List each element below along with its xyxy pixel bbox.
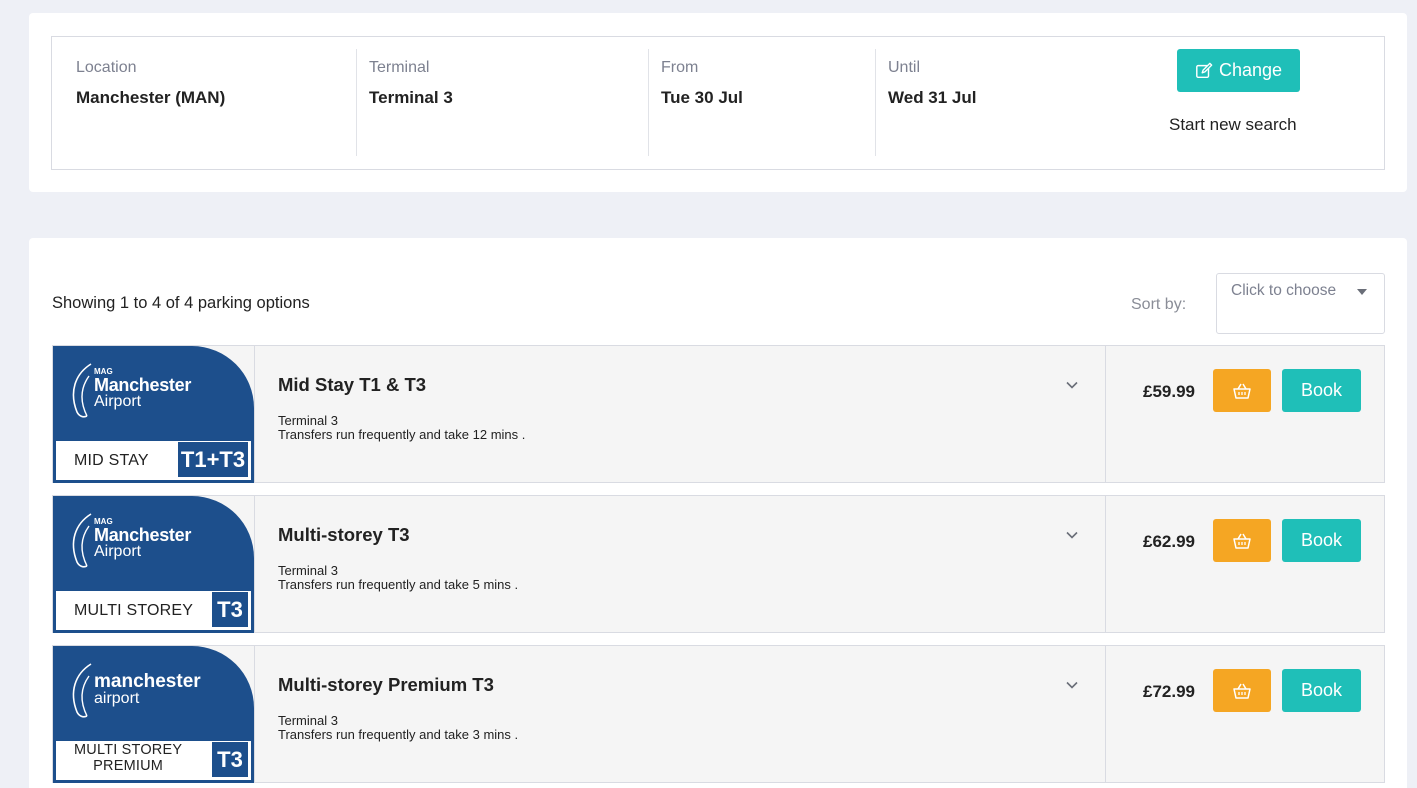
until-field: Until Wed 31 Jul xyxy=(888,37,977,156)
caret-down-icon xyxy=(1357,289,1367,295)
add-to-basket-button[interactable] xyxy=(1213,669,1271,712)
search-summary-panel: Location Manchester (MAN) Terminal Termi… xyxy=(29,13,1407,192)
logo-name-text: Manchester xyxy=(94,525,192,545)
parking-title: Multi-storey Premium T3 xyxy=(278,674,494,695)
parking-logo: manchester airport MULTI STOREY PREMIUM … xyxy=(53,646,254,783)
logo-type-line: PREMIUM xyxy=(93,758,164,774)
edit-icon xyxy=(1196,62,1213,78)
sort-select-value: Click to choose xyxy=(1231,282,1337,299)
parking-option-card: manchester airport MULTI STOREY PREMIUM … xyxy=(52,645,1385,783)
terminal-badge: T3 xyxy=(212,592,248,627)
logo-banner: manchester airport xyxy=(53,646,254,741)
parking-price: £59.99 xyxy=(1143,382,1195,401)
terminal-badge: T3 xyxy=(212,742,248,777)
logo-brand: manchester airport xyxy=(94,668,201,707)
book-button[interactable]: Book xyxy=(1282,669,1361,712)
terminal-label: Terminal xyxy=(369,59,430,76)
terminal-badge: T1+T3 xyxy=(178,442,248,477)
logo-type-text: MID STAY xyxy=(74,452,149,469)
logo-type-line: MULTI STOREY xyxy=(74,742,183,758)
parking-transfer-info: Transfers run frequently and take 3 mins… xyxy=(278,727,519,742)
until-label: Until xyxy=(888,59,921,76)
parking-info: Mid Stay T1 & T3 Terminal 3 Transfers ru… xyxy=(254,346,1106,482)
basket-icon xyxy=(1233,533,1251,549)
logo-type-text: MULTI STOREY PREMIUM xyxy=(74,742,182,774)
from-field: From Tue 30 Jul xyxy=(661,37,743,156)
parking-terminal: Terminal 3 xyxy=(278,413,338,428)
from-label: From xyxy=(661,59,699,76)
parking-info: Multi-storey Premium T3 Terminal 3 Trans… xyxy=(254,646,1106,782)
add-to-basket-button[interactable] xyxy=(1213,369,1271,412)
terminal-value: Terminal 3 xyxy=(369,88,453,107)
logo-name-text: manchester xyxy=(94,671,201,692)
sort-select[interactable]: Click to choose xyxy=(1216,273,1385,334)
logo-type-strip: MULTI STOREY PREMIUM T3 xyxy=(53,741,254,783)
sort-label: Sort by: xyxy=(1131,296,1187,313)
results-count-text: Showing 1 to 4 of 4 parking options xyxy=(52,294,310,312)
parking-logo: MAG Manchester Airport MID STAY T1+T3 xyxy=(53,346,254,483)
basket-icon xyxy=(1233,683,1251,699)
change-button[interactable]: Change xyxy=(1177,49,1300,92)
from-value: Tue 30 Jul xyxy=(661,88,743,107)
location-label: Location xyxy=(76,59,137,76)
parking-option-card: MAG Manchester Airport MULTI STOREY T3 M… xyxy=(52,495,1385,633)
parking-option-card: MAG Manchester Airport MID STAY T1+T3 Mi… xyxy=(52,345,1385,483)
logo-name-text: Manchester xyxy=(94,375,192,395)
logo-banner: MAG Manchester Airport xyxy=(53,496,254,591)
logo-banner: MAG Manchester Airport xyxy=(53,346,254,441)
logo-type-strip: MULTI STOREY T3 xyxy=(53,591,254,633)
results-panel: Showing 1 to 4 of 4 parking options Sort… xyxy=(29,238,1407,788)
terminal-field: Terminal Terminal 3 xyxy=(369,37,453,156)
parking-title: Mid Stay T1 & T3 xyxy=(278,374,427,395)
parking-title: Multi-storey T3 xyxy=(278,524,410,545)
logo-sub-text: Airport xyxy=(94,543,142,560)
start-new-search-link[interactable]: Start new search xyxy=(1169,115,1297,135)
chevron-down-icon[interactable] xyxy=(1065,528,1079,542)
change-button-label: Change xyxy=(1218,60,1283,80)
book-button[interactable]: Book xyxy=(1282,519,1361,562)
parking-terminal: Terminal 3 xyxy=(278,563,338,578)
divider xyxy=(875,49,876,156)
logo-sub-text: airport xyxy=(94,690,140,707)
parking-transfer-info: Transfers run frequently and take 12 min… xyxy=(278,427,526,442)
parking-price: £62.99 xyxy=(1143,532,1195,551)
location-value: Manchester (MAN) xyxy=(76,88,226,107)
add-to-basket-button[interactable] xyxy=(1213,519,1271,562)
airport-swoosh-icon xyxy=(72,363,92,418)
logo-brand: MAG Manchester Airport xyxy=(94,368,191,410)
search-summary-box: Location Manchester (MAN) Terminal Termi… xyxy=(51,36,1385,170)
airport-swoosh-icon xyxy=(72,663,92,718)
airport-swoosh-icon xyxy=(72,513,92,568)
chevron-down-icon[interactable] xyxy=(1065,378,1079,392)
logo-brand: MAG Manchester Airport xyxy=(94,518,191,560)
logo-type-text: MULTI STOREY xyxy=(74,602,194,619)
chevron-down-icon[interactable] xyxy=(1065,678,1079,692)
parking-info: Multi-storey T3 Terminal 3 Transfers run… xyxy=(254,496,1106,632)
basket-icon xyxy=(1233,383,1251,399)
parking-logo: MAG Manchester Airport MULTI STOREY T3 xyxy=(53,496,254,633)
divider xyxy=(356,49,357,156)
logo-type-strip: MID STAY T1+T3 xyxy=(53,441,254,483)
divider xyxy=(648,49,649,156)
logo-sub-text: Airport xyxy=(94,393,142,410)
parking-price: £72.99 xyxy=(1143,682,1195,701)
book-button[interactable]: Book xyxy=(1282,369,1361,412)
location-field: Location Manchester (MAN) xyxy=(76,37,225,156)
parking-terminal: Terminal 3 xyxy=(278,713,338,728)
parking-transfer-info: Transfers run frequently and take 5 mins… xyxy=(278,577,519,592)
until-value: Wed 31 Jul xyxy=(888,88,977,107)
